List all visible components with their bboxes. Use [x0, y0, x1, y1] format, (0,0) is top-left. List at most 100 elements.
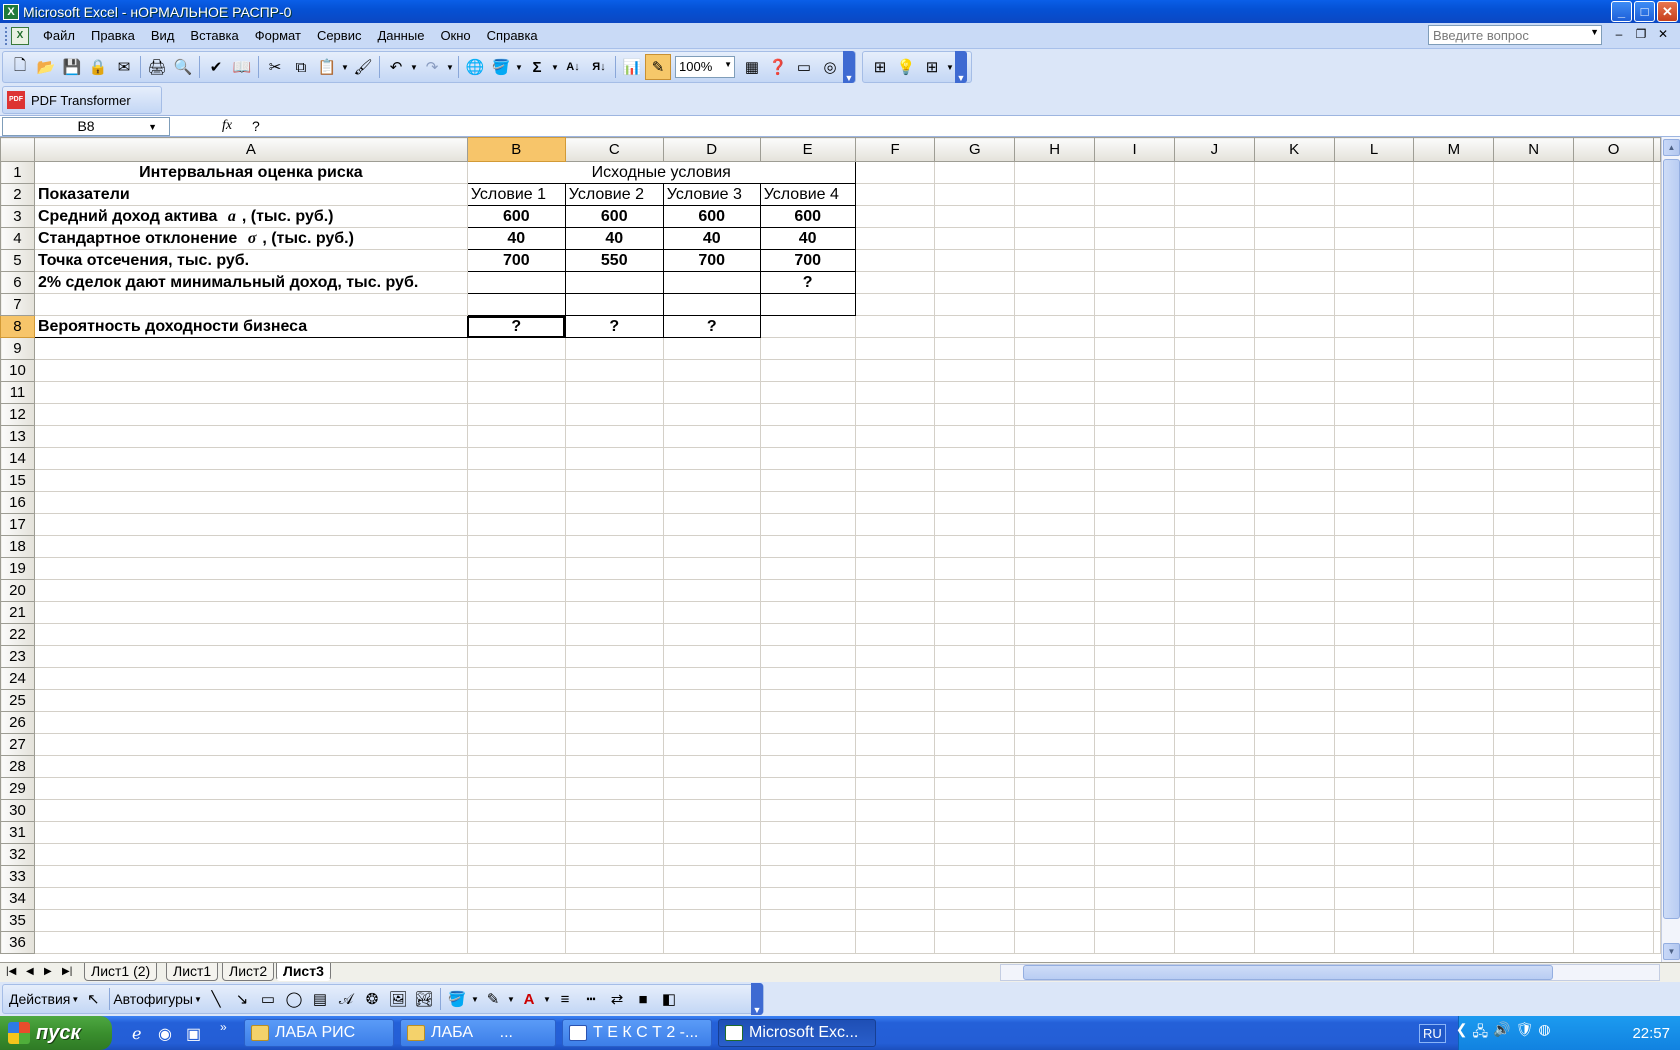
cell-o31[interactable]: [1573, 821, 1654, 844]
cell-m16[interactable]: [1413, 491, 1495, 514]
cell-c13[interactable]: [564, 425, 664, 448]
cell-l36[interactable]: [1333, 931, 1415, 954]
cell-a16[interactable]: [33, 491, 468, 514]
cell-i18[interactable]: [1094, 535, 1175, 558]
cell-n2[interactable]: [1493, 183, 1575, 206]
cell-n24[interactable]: [1493, 667, 1575, 690]
row-header-23[interactable]: 23: [0, 645, 35, 668]
cell-a1[interactable]: Интервальная оценка риска: [33, 161, 468, 184]
chevron-down-icon[interactable]: ▼: [724, 60, 732, 69]
cell-l6[interactable]: [1333, 271, 1415, 294]
line-icon[interactable]: ╲: [203, 986, 229, 1012]
cell-j9[interactable]: [1173, 337, 1255, 360]
cell-d11[interactable]: [662, 381, 761, 404]
cell-j31[interactable]: [1173, 821, 1255, 844]
cell-o10[interactable]: [1573, 359, 1654, 382]
cell-h7[interactable]: [1014, 293, 1096, 316]
cell-e4[interactable]: 40: [759, 227, 856, 250]
cell-j6[interactable]: [1173, 271, 1255, 294]
cell-e19[interactable]: [759, 557, 856, 580]
borders-grid-icon[interactable]: ⊞: [867, 54, 893, 80]
row-header-30[interactable]: 30: [0, 799, 35, 822]
email-icon[interactable]: ✉: [111, 54, 137, 80]
cell-a33[interactable]: [33, 865, 468, 888]
cell-a20[interactable]: [33, 579, 468, 602]
network-icon[interactable]: 🖧: [1473, 1021, 1489, 1045]
doc-minimize-button[interactable]: –: [1610, 27, 1628, 41]
cell-k35[interactable]: [1253, 909, 1335, 932]
cell-n8[interactable]: [1493, 315, 1575, 338]
cell-e26[interactable]: [759, 711, 856, 734]
cell-g19[interactable]: [934, 557, 1016, 580]
cell-i33[interactable]: [1094, 865, 1175, 888]
cell-d7[interactable]: [662, 293, 761, 316]
cell-o2[interactable]: [1573, 183, 1654, 206]
cell-g8[interactable]: [934, 315, 1016, 338]
cell-e35[interactable]: [759, 909, 856, 932]
cell-k25[interactable]: [1253, 689, 1335, 712]
cell-b17[interactable]: [466, 513, 566, 536]
cell-k32[interactable]: [1253, 843, 1335, 866]
menu-data[interactable]: Данные: [369, 25, 432, 47]
cell-m28[interactable]: [1413, 755, 1495, 778]
task-tekst2[interactable]: Т Е К С Т 2 -...: [562, 1019, 712, 1047]
cell-c33[interactable]: [564, 865, 664, 888]
cell-f34[interactable]: [854, 887, 936, 910]
cell-l32[interactable]: [1333, 843, 1415, 866]
chevron-down-icon[interactable]: ▼: [148, 119, 157, 136]
cell-e15[interactable]: [759, 469, 856, 492]
cell-n22[interactable]: [1493, 623, 1575, 646]
cell-d28[interactable]: [662, 755, 761, 778]
ie-icon[interactable]: ℯ: [132, 1024, 141, 1044]
cell-g17[interactable]: [934, 513, 1016, 536]
cell-e12[interactable]: [759, 403, 856, 426]
cell-o3[interactable]: [1573, 205, 1654, 228]
cell-i22[interactable]: [1094, 623, 1175, 646]
cell-h21[interactable]: [1014, 601, 1096, 624]
cell-h27[interactable]: [1014, 733, 1096, 756]
cell-l3[interactable]: [1333, 205, 1415, 228]
cell-l29[interactable]: [1333, 777, 1415, 800]
cell-b19[interactable]: [466, 557, 566, 580]
cell-i31[interactable]: [1094, 821, 1175, 844]
chevron-down-icon[interactable]: ▼: [70, 995, 80, 1004]
cell-k28[interactable]: [1253, 755, 1335, 778]
row-header-27[interactable]: 27: [0, 733, 35, 756]
cell-f23[interactable]: [854, 645, 936, 668]
cell-g22[interactable]: [934, 623, 1016, 646]
cell-d29[interactable]: [662, 777, 761, 800]
cell-i5[interactable]: [1094, 249, 1175, 272]
cell-l15[interactable]: [1333, 469, 1415, 492]
row-header-5[interactable]: 5: [0, 249, 35, 272]
cell-l4[interactable]: [1333, 227, 1415, 250]
row-header-19[interactable]: 19: [0, 557, 35, 580]
cell-j24[interactable]: [1173, 667, 1255, 690]
cell-l1[interactable]: [1333, 161, 1415, 184]
cell-k10[interactable]: [1253, 359, 1335, 382]
cell-n13[interactable]: [1493, 425, 1575, 448]
cell-n17[interactable]: [1493, 513, 1575, 536]
cell-b13[interactable]: [466, 425, 566, 448]
cell-c3[interactable]: 600: [564, 205, 664, 228]
cell-h4[interactable]: [1014, 227, 1096, 250]
cell-c32[interactable]: [564, 843, 664, 866]
cell-f1[interactable]: [854, 161, 936, 184]
cell-i24[interactable]: [1094, 667, 1175, 690]
column-header-l[interactable]: L: [1333, 137, 1415, 162]
row-header-32[interactable]: 32: [0, 843, 35, 866]
cell-h6[interactable]: [1014, 271, 1096, 294]
cell-n14[interactable]: [1493, 447, 1575, 470]
cell-b32[interactable]: [466, 843, 566, 866]
cell-h23[interactable]: [1014, 645, 1096, 668]
cell-n4[interactable]: [1493, 227, 1575, 250]
cell-f3[interactable]: [854, 205, 936, 228]
cell-p21[interactable]: [1653, 601, 1661, 624]
cell-l20[interactable]: [1333, 579, 1415, 602]
cell-d16[interactable]: [662, 491, 761, 514]
cell-d19[interactable]: [662, 557, 761, 580]
cell-i11[interactable]: [1094, 381, 1175, 404]
cell-j14[interactable]: [1173, 447, 1255, 470]
cell-d31[interactable]: [662, 821, 761, 844]
cell-a36[interactable]: [33, 931, 468, 954]
cell-d10[interactable]: [662, 359, 761, 382]
